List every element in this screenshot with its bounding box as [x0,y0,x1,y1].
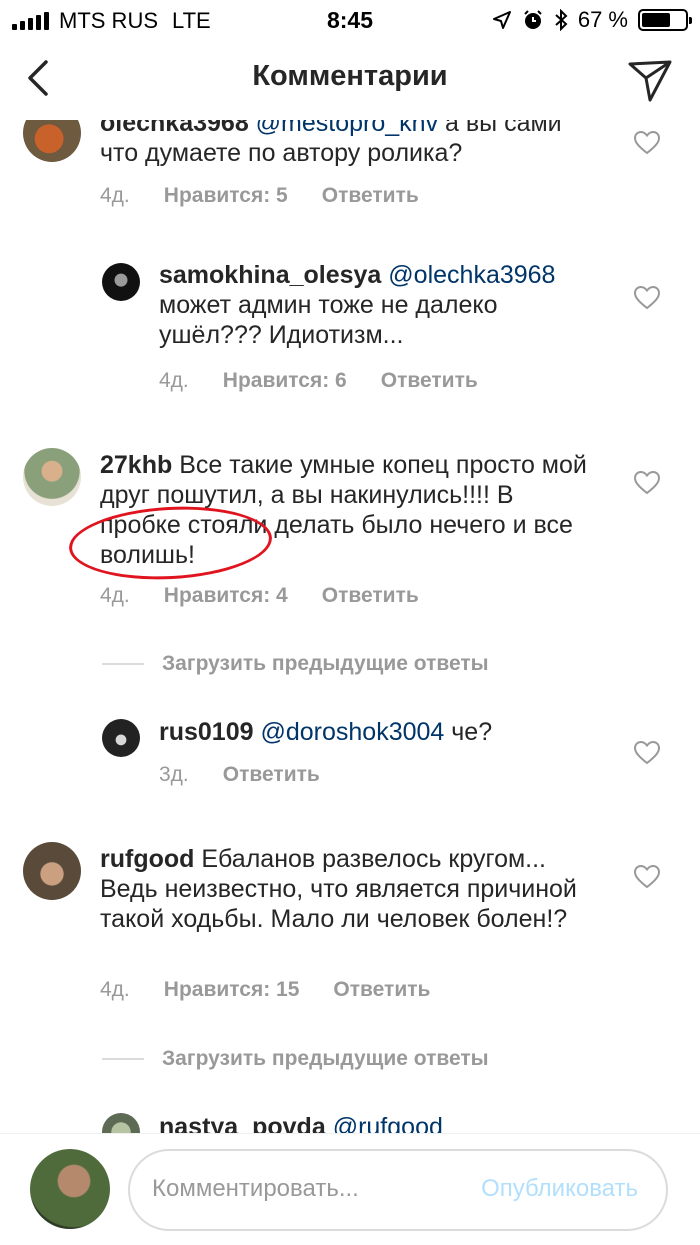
comment-meta: 4д. Нравится: 5 Ответить [100,184,419,208]
like-heart-icon[interactable] [634,286,660,310]
nav-header: Комментарии [0,40,700,120]
alarm-icon [524,10,542,29]
battery-icon [638,9,692,31]
comment-text: nastya_povda @rufgood [159,1112,599,1133]
reply-button[interactable]: Ответить [333,978,430,1002]
battery-percent: 67 % [577,7,628,32]
comment-text: 27khb Все такие умные копец просто мой д… [100,450,600,570]
avatar[interactable] [102,1113,140,1133]
reply-button[interactable]: Ответить [223,763,320,787]
comment-mention[interactable]: @doroshok3004 [260,718,444,746]
comment-body: Все такие умные копец просто мой друг по… [100,451,587,569]
comment-text: olechka3968 @mestopro_knv а вы сами что … [100,120,570,168]
comment-username[interactable]: rus0109 [159,718,254,746]
comment-mention[interactable]: @rufgood [333,1113,443,1133]
avatar[interactable] [23,842,81,900]
status-bar: MTS RUS LTE 8:45 67 % [0,0,700,40]
avatar[interactable] [23,120,81,162]
current-user-avatar [30,1149,110,1229]
divider-line [102,663,144,665]
comment-username[interactable]: samokhina_olesya [159,261,381,289]
like-heart-icon[interactable] [634,865,660,889]
avatar[interactable] [23,448,81,506]
reply-button[interactable]: Ответить [322,184,419,208]
like-count[interactable]: Нравится: 4 [164,584,288,608]
divider-line [102,1058,144,1060]
comment-input-placeholder: Комментировать... [152,1175,359,1202]
load-previous-label: Загрузить предыдущие ответы [162,652,489,675]
comments-list[interactable]: olechka3968 @mestopro_knv а вы сами что … [0,120,700,1133]
comment-body: че? [444,718,493,746]
like-heart-icon[interactable] [634,131,660,155]
comment-meta: 4д. Нравится: 4 Ответить [100,584,419,608]
comment-text: rufgood Ебаланов развелось кругом... Вед… [100,844,600,934]
comment-text: samokhina_olesya @olechka3968 может адми… [159,260,599,350]
comment-composer: Комментировать... Опубликовать [0,1133,700,1245]
comment-time: 4д. [100,584,130,607]
comment-mention[interactable]: @mestopro_knv [256,120,438,137]
comment-meta: 4д. Нравится: 6 Ответить [159,369,478,393]
like-heart-icon[interactable] [634,741,660,765]
publish-button[interactable]: Опубликовать [481,1175,638,1203]
bluetooth-icon [555,9,568,31]
load-previous-label: Загрузить предыдущие ответы [162,1047,489,1070]
comment-meta: 3д. Ответить [159,763,320,787]
like-count[interactable]: Нравится: 5 [164,184,288,208]
like-count[interactable]: Нравится: 6 [223,369,347,393]
load-previous-replies-button[interactable]: Загрузить предыдущие ответы [102,652,489,676]
comment-meta: 4д. Нравится: 15 Ответить [100,978,430,1002]
reply-button[interactable]: Ответить [381,369,478,393]
like-heart-icon[interactable] [634,471,660,495]
comment-body: может админ тоже не далеко ушёл??? Идиот… [159,291,498,349]
comment-username[interactable]: olechka3968 [100,120,249,137]
comment-input[interactable]: Комментировать... Опубликовать [128,1149,668,1231]
comment-time: 3д. [159,763,189,786]
reply-button[interactable]: Ответить [322,584,419,608]
load-previous-replies-button[interactable]: Загрузить предыдущие ответы [102,1047,489,1071]
comment-text: rus0109 @doroshok3004 че? [159,717,599,747]
comment-username[interactable]: 27khb [100,451,172,479]
page-title: Комментарии [252,60,448,92]
comment-username[interactable]: rufgood [100,845,194,873]
like-count[interactable]: Нравится: 15 [164,978,300,1002]
avatar[interactable] [102,263,140,301]
comment-mention[interactable]: @olechka3968 [388,261,555,289]
avatar[interactable] [102,719,140,757]
comment-time: 4д. [100,184,130,207]
comment-username[interactable]: nastya_povda [159,1113,326,1133]
location-arrow-icon [492,11,511,29]
comment-time: 4д. [159,369,189,392]
comment-time: 4д. [100,978,130,1001]
direct-send-icon[interactable] [626,56,674,104]
